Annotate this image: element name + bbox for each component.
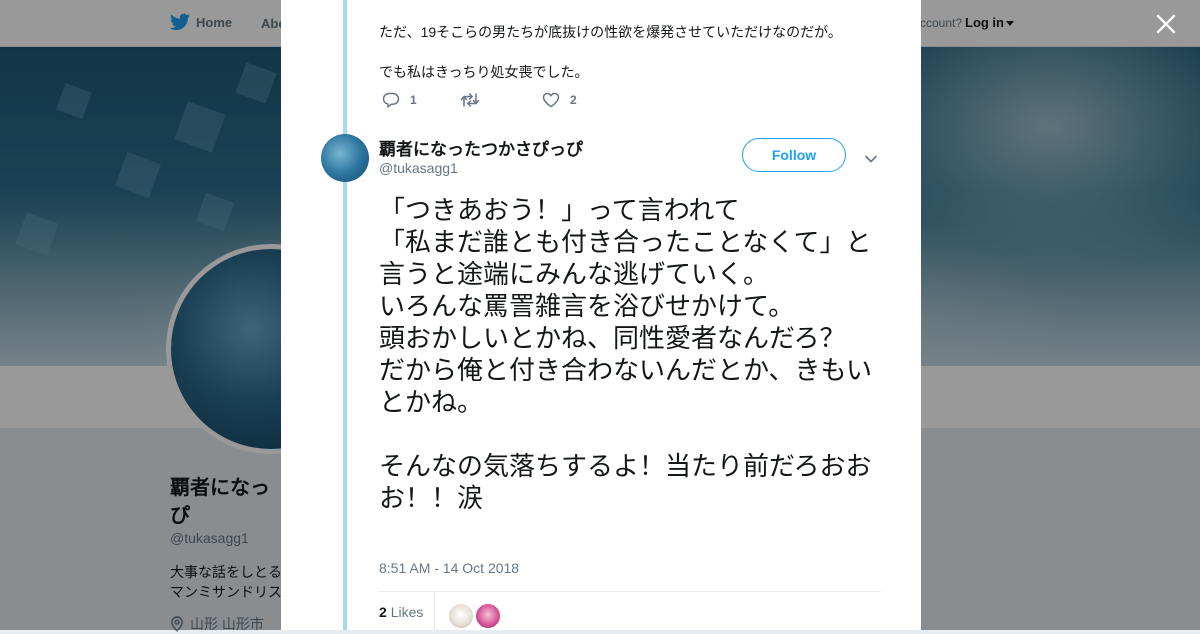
stats-divider: [379, 591, 881, 592]
retweet-action[interactable]: [460, 92, 490, 108]
tweet-timestamp[interactable]: 8:51 AM - 14 Oct 2018: [379, 560, 519, 576]
author-name[interactable]: 覇者になったつかさぴっぴ: [379, 135, 583, 160]
author-handle[interactable]: @tukasagg1: [379, 160, 458, 176]
likes-label: Likes: [390, 604, 424, 620]
tweet-options-button[interactable]: [864, 150, 878, 163]
likes-stat[interactable]: 2 Likes: [379, 604, 423, 620]
thread-connector-line: [343, 0, 347, 630]
reply-icon: [382, 92, 400, 108]
follow-button[interactable]: Follow: [742, 138, 846, 172]
heart-icon: [542, 92, 560, 108]
tweet-paragraph-2: そんなの気落ちするよ！当たり前だろおおお！！涙: [379, 452, 872, 514]
close-button[interactable]: [1154, 12, 1178, 36]
like-count: 2: [570, 93, 577, 107]
tweet-permalink-modal: ただ、19そこらの男たちが底抜けの性欲を爆発させていただけなのだが。 でも私はき…: [281, 0, 921, 630]
previous-tweet-text-line1: ただ、19そこらの男たちが底抜けの性欲を爆発させていただけなのだが。: [379, 24, 842, 40]
author-avatar[interactable]: [321, 134, 369, 182]
tweet-text: 「つきあおう！」って言われて 「私まだ誰とも付き合ったことなくて」と言うと途端に…: [379, 195, 889, 515]
tweet-paragraph-1: 「つきあおう！」って言われて 「私まだ誰とも付き合ったことなくて」と言うと途端に…: [379, 196, 872, 418]
likes-count: 2: [379, 604, 387, 620]
retweet-icon: [460, 93, 480, 107]
reply-count: 1: [410, 93, 417, 107]
stats-separator: [434, 592, 435, 630]
liker-avatar[interactable]: [448, 603, 474, 629]
liker-avatar[interactable]: [475, 603, 501, 629]
close-icon: [1156, 14, 1176, 34]
chevron-down-icon: [865, 155, 877, 163]
reply-action[interactable]: 1: [382, 92, 417, 108]
previous-tweet-text-line2: でも私はきっちり処女喪でした。: [379, 64, 589, 80]
like-action[interactable]: 2: [542, 92, 577, 108]
